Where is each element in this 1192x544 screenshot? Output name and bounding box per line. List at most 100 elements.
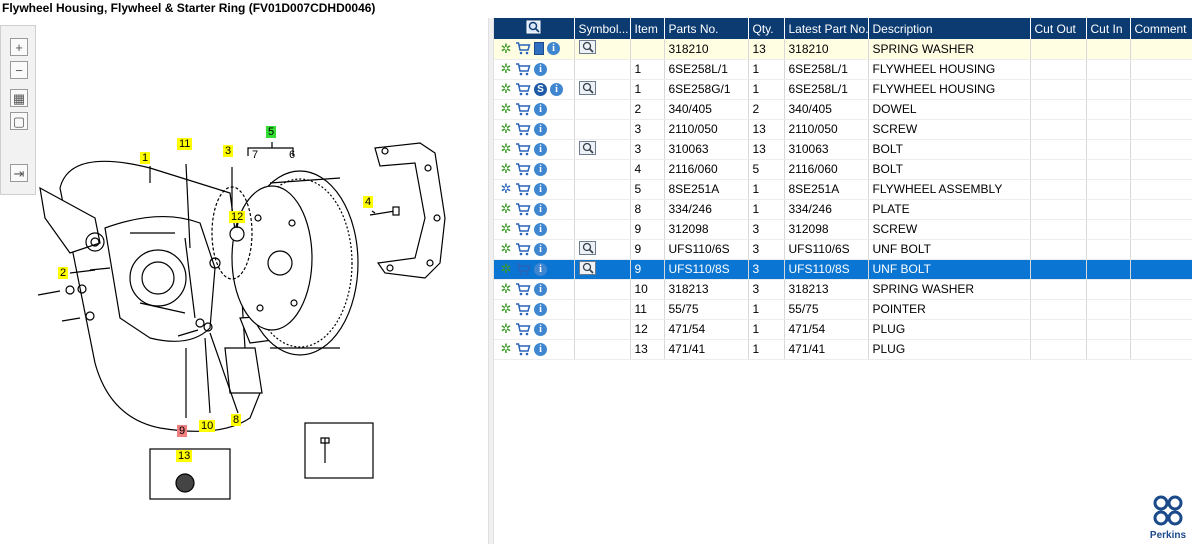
cart-icon[interactable] [515,262,531,276]
cell-symbol[interactable] [574,59,631,80]
info-icon[interactable]: i [547,42,560,56]
gear-icon[interactable]: ✲ [500,302,512,315]
gear-icon[interactable]: ✲ [500,42,512,55]
info-icon[interactable]: i [534,122,547,136]
info-icon[interactable]: i [534,342,547,356]
zoom-in-button[interactable]: + [10,38,28,56]
callout-11[interactable]: 11 [177,138,193,150]
symbol-preview-icon[interactable] [578,80,596,95]
table-row[interactable]: ✲ i 318210 13 318210 SPRING WASHER [494,39,1192,60]
table-row[interactable]: ✲ i 3 2110/050 13 2110/050 SCREW [494,119,1192,140]
table-row[interactable]: ✲ i 8 334/246 1 334/246 PLATE [494,199,1192,220]
cell-symbol[interactable] [574,319,631,340]
gear-icon[interactable]: ✲ [500,222,512,235]
table-row[interactable]: ✲ i 11 55/75 1 55/75 POINTER [494,299,1192,320]
cell-symbol[interactable] [574,199,631,220]
cell-symbol[interactable] [574,259,631,280]
info-icon[interactable]: i [534,202,547,216]
cell-symbol[interactable] [574,299,631,320]
assembly-gear-icon[interactable]: ✲ [500,182,512,195]
cell-symbol[interactable] [574,99,631,120]
cart-icon[interactable] [515,102,531,116]
cell-symbol[interactable] [574,279,631,300]
cart-icon[interactable] [515,42,531,55]
info-icon[interactable]: i [534,182,547,196]
gear-icon[interactable]: ✲ [500,122,512,135]
cart-icon[interactable] [515,222,531,236]
info-icon[interactable]: i [534,282,547,296]
gear-icon[interactable]: ✲ [500,142,512,155]
gear-icon[interactable]: ✲ [500,282,512,295]
column-header-cut-out[interactable]: Cut Out [1030,18,1087,39]
gear-icon[interactable]: ✲ [500,82,512,95]
symbol-preview-icon[interactable] [578,240,596,255]
info-icon[interactable]: i [534,242,547,256]
table-row[interactable]: ✲ i 12 471/54 1 471/54 PLUG [494,319,1192,340]
cell-symbol[interactable] [574,79,631,100]
cart-icon[interactable] [515,302,531,316]
actual-size-button[interactable]: ▢ [10,112,28,130]
cart-icon[interactable] [515,322,531,336]
diagram-pane[interactable]: + − ▦ ▢ ⇥ 1 11 3 5 7 6 12 4 2 9 10 8 13 [0,18,488,544]
info-icon[interactable]: i [534,162,547,176]
column-header-description[interactable]: Description [868,18,1031,39]
document-icon[interactable] [534,42,544,56]
callout-13[interactable]: 13 [176,450,193,462]
table-row[interactable]: ✲ i 5 8SE251A 1 8SE251A FLYWHEEL ASSEMBLY [494,179,1192,200]
column-header-actions[interactable] [494,18,575,39]
gear-icon[interactable]: ✲ [500,242,512,255]
callout-1[interactable]: 1 [140,152,151,164]
table-row[interactable]: ✲ i 10 318213 3 318213 SPRING WASHER [494,279,1192,300]
cart-icon[interactable] [515,282,531,296]
gear-icon[interactable]: ✲ [500,202,512,215]
cart-icon[interactable] [515,142,531,156]
cart-icon[interactable] [515,162,531,176]
table-row[interactable]: ✲ i 9 UFS110/8S 3 UFS110/8S UNF BOLT [494,259,1192,280]
table-row[interactable]: ✲ i 13 471/41 1 471/41 PLUG [494,339,1192,360]
callout-2[interactable]: 2 [58,267,69,279]
zoom-out-button[interactable]: − [10,61,28,79]
cart-icon[interactable] [515,342,531,356]
cell-symbol[interactable] [574,219,631,240]
symbol-preview-icon[interactable] [578,260,596,275]
cell-symbol[interactable] [574,179,631,200]
cell-symbol[interactable] [574,139,631,160]
cart-icon[interactable] [515,62,531,76]
column-header-qty[interactable]: Qty. [748,18,785,39]
service-bulletin-icon[interactable]: S [534,82,547,96]
table-row[interactable]: ✲ i 3 310063 13 310063 BOLT [494,139,1192,160]
symbol-preview-icon[interactable] [578,40,596,55]
gear-icon[interactable]: ✲ [500,342,512,355]
table-row[interactable]: ✲ i 4 2116/060 5 2116/060 BOLT [494,159,1192,180]
cart-icon[interactable] [515,182,531,196]
info-icon[interactable]: i [534,222,547,236]
callout-10[interactable]: 10 [199,420,216,432]
table-row[interactable]: ✲ i 9 UFS110/6S 3 UFS110/6S UNF BOLT [494,239,1192,260]
gear-icon[interactable]: ✲ [500,162,512,175]
gear-icon[interactable]: ✲ [500,62,512,75]
info-icon[interactable]: i [534,262,547,276]
info-icon[interactable]: i [550,82,563,96]
column-header-item[interactable]: Item [630,18,665,39]
callout-12[interactable]: 12 [229,211,246,223]
table-row[interactable]: ✲ i 9 312098 3 312098 SCREW [494,219,1192,240]
column-header-symbol[interactable]: Symbol... [574,18,631,39]
callout-4[interactable]: 4 [363,196,374,208]
callout-5[interactable]: 5 [266,126,277,138]
symbol-preview-icon[interactable] [578,140,596,155]
column-header-parts-no[interactable]: Parts No. [664,18,749,39]
table-row[interactable]: ✲ i 1 6SE258L/1 1 6SE258L/1 FLYWHEEL HOUSING [494,59,1192,80]
table-row[interactable]: ✲ Si 1 6SE258G/1 1 6SE258L/1 FLYWHEEL HOUSING [494,79,1192,100]
cart-icon[interactable] [515,242,531,256]
table-row[interactable]: ✲ i 2 340/405 2 340/405 DOWEL [494,99,1192,120]
cart-icon[interactable] [515,122,531,136]
info-icon[interactable]: i [534,102,547,116]
gear-icon[interactable]: ✲ [500,262,512,275]
callout-3[interactable]: 3 [223,145,234,157]
search-parts-icon[interactable] [526,20,542,34]
cell-symbol[interactable] [574,239,631,260]
info-icon[interactable]: i [534,62,547,76]
info-icon[interactable]: i [534,322,547,336]
exploded-diagram[interactable] [0,18,488,544]
info-icon[interactable]: i [534,142,547,156]
